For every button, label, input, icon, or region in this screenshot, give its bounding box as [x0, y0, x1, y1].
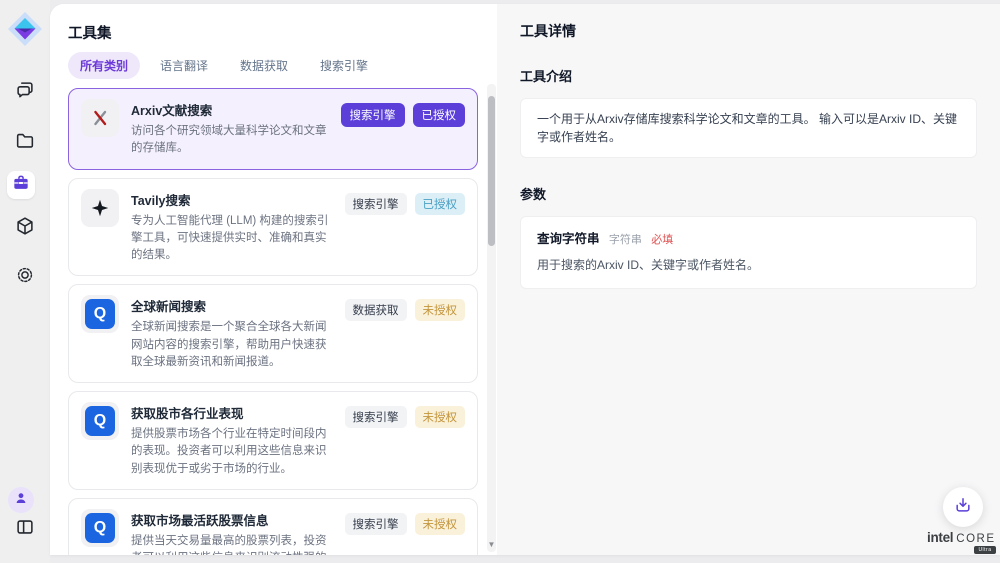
nav-chat-button[interactable] [12, 79, 38, 105]
auth-status-badge: 未授权 [415, 513, 466, 535]
layout-panel-icon [14, 516, 36, 543]
intro-heading: 工具介绍 [520, 66, 977, 85]
auth-status-badge: 已授权 [415, 193, 466, 215]
category-tabs: 所有类别 语言翻译 数据获取 搜索引擎 [68, 52, 380, 79]
core-wordmark: CORE [956, 533, 995, 545]
download-button[interactable] [943, 487, 983, 527]
tool-card-body: Arxiv文献搜索 访问各个研究领域大量科学论文和文章的存储库。 [131, 98, 329, 158]
details-title: 工具详情 [520, 21, 977, 41]
news-q-icon: Q [81, 295, 119, 333]
scrollbar-thumb[interactable] [488, 96, 495, 246]
auth-status-badge: 已授权 [413, 103, 466, 127]
tool-card[interactable]: Q 全球新闻搜索 全球新闻搜索是一个聚合全球各大新闻网站内容的搜索引擎，帮助用户… [68, 284, 478, 383]
tab-translation[interactable]: 语言翻译 [148, 52, 220, 79]
tool-details-pane: 工具详情 工具介绍 一个用于从Arxiv存储库搜索科学论文和文章的工具。 输入可… [497, 4, 1000, 555]
app-logo [8, 12, 42, 46]
tool-card-body: 获取市场最活跃股票信息 提供当天交易量最高的股票列表，投资者可以利用这些信息来识… [131, 508, 333, 555]
tool-card-body: 全球新闻搜索 全球新闻搜索是一个聚合全球各大新闻网站内容的搜索引擎，帮助用户快速… [131, 294, 333, 371]
intel-wordmark: intel [927, 530, 953, 545]
intel-core-logo: intel CORE Ultra [927, 530, 996, 545]
required-badge: 必填 [651, 234, 673, 246]
auth-status-badge: 未授权 [415, 406, 466, 428]
cube-icon [14, 215, 36, 242]
arxiv-x-icon [81, 99, 119, 137]
tool-badges: 搜索引擎 已授权 [341, 103, 466, 127]
ultra-badge: Ultra [974, 546, 995, 554]
chat-icon [14, 79, 36, 106]
news-q-icon: Q [81, 402, 119, 440]
tool-description: 专为人工智能代理 (LLM) 构建的搜索引擎工具，可快速提供实时、准确和真实的结… [131, 213, 333, 265]
user-icon [13, 490, 29, 511]
tool-badges: 数据获取 未授权 [345, 299, 466, 321]
tool-title: 获取股市各行业表现 [131, 403, 333, 422]
category-badge: 搜索引擎 [341, 103, 405, 127]
news-q-icon: Q [81, 509, 119, 547]
four-point-star-icon [81, 189, 119, 227]
tool-card[interactable]: Q 获取市场最活跃股票信息 提供当天交易量最高的股票列表，投资者可以利用这些信息… [68, 498, 478, 555]
scrollbar-down-button[interactable]: ▼ [487, 540, 496, 550]
tool-card[interactable]: Q 获取股市各行业表现 提供股票市场各个行业在特定时间段内的表现。投资者可以利用… [68, 391, 478, 490]
tool-card[interactable]: Tavily搜索 专为人工智能代理 (LLM) 构建的搜索引擎工具，可快速提供实… [68, 178, 478, 277]
tool-description: 访问各个研究领域大量科学论文和文章的存储库。 [131, 123, 329, 158]
intro-card: 一个用于从Arxiv存储库搜索科学论文和文章的工具。 输入可以是Arxiv ID… [520, 98, 977, 158]
tab-search-engine[interactable]: 搜索引擎 [308, 52, 380, 79]
tab-data-fetch[interactable]: 数据获取 [228, 52, 300, 79]
category-badge: 搜索引擎 [345, 406, 407, 428]
tool-title: Arxiv文献搜索 [131, 100, 329, 119]
parameter-header: 查询字符串 字符串 必填 [537, 230, 960, 249]
category-badge: 搜索引擎 [345, 513, 407, 535]
auth-status-badge: 未授权 [415, 299, 466, 321]
params-heading: 参数 [520, 184, 977, 203]
intro-text: 一个用于从Arxiv存储库搜索科学论文和文章的工具。 输入可以是Arxiv ID… [537, 112, 957, 144]
folder-icon [14, 130, 36, 157]
tool-title: 全球新闻搜索 [131, 296, 333, 315]
parameter-type: 字符串 [609, 234, 642, 246]
nav-files-button[interactable] [12, 130, 38, 156]
tool-description: 提供当天交易量最高的股票列表，投资者可以利用这些信息来识别流动性强的股票和潜在的… [131, 533, 333, 555]
page-title: 工具集 [68, 22, 112, 43]
main-window: 工具集 所有类别 语言翻译 数据获取 搜索引擎 Arxiv文献搜索 访问各个研究… [50, 4, 1000, 555]
tool-card-body: 获取股市各行业表现 提供股票市场各个行业在特定时间段内的表现。投资者可以利用这些… [131, 401, 333, 478]
tool-badges: 搜索引擎 已授权 [345, 193, 466, 215]
category-badge: 数据获取 [345, 299, 407, 321]
tab-all-categories[interactable]: 所有类别 [68, 52, 140, 79]
category-badge: 搜索引擎 [345, 193, 407, 215]
gear-icon [14, 264, 36, 291]
tool-card-body: Tavily搜索 专为人工智能代理 (LLM) 构建的搜索引擎工具，可快速提供实… [131, 188, 333, 265]
tool-card-list: Arxiv文献搜索 访问各个研究领域大量科学论文和文章的存储库。 搜索引擎 已授… [68, 88, 478, 555]
tool-title: Tavily搜索 [131, 190, 333, 209]
nav-settings-button[interactable] [12, 264, 38, 290]
user-avatar-button[interactable] [8, 487, 34, 513]
tool-description: 全球新闻搜索是一个聚合全球各大新闻网站内容的搜索引擎，帮助用户快速获取全球最新资… [131, 319, 333, 371]
tool-badges: 搜索引擎 未授权 [345, 406, 466, 428]
download-icon [953, 495, 973, 520]
parameter-card: 查询字符串 字符串 必填 用于搜索的Arxiv ID、关键字或作者姓名。 [520, 216, 977, 289]
left-sidebar [0, 0, 50, 563]
parameter-description: 用于搜索的Arxiv ID、关键字或作者姓名。 [537, 256, 960, 274]
tool-card[interactable]: Arxiv文献搜索 访问各个研究领域大量科学论文和文章的存储库。 搜索引擎 已授… [68, 88, 478, 170]
nav-tools-button-active[interactable] [7, 171, 35, 199]
toolset-pane: 工具集 所有类别 语言翻译 数据获取 搜索引擎 Arxiv文献搜索 访问各个研究… [50, 4, 497, 555]
nav-packages-button[interactable] [12, 215, 38, 241]
tool-title: 获取市场最活跃股票信息 [131, 510, 333, 529]
toggle-panel-button[interactable] [12, 516, 38, 542]
parameter-name: 查询字符串 [537, 232, 600, 246]
tool-badges: 搜索引擎 未授权 [345, 513, 466, 535]
tool-description: 提供股票市场各个行业在特定时间段内的表现。投资者可以利用这些信息来识别表现优于或… [131, 426, 333, 478]
toolbox-icon [11, 173, 31, 198]
diamond-logo-icon [8, 12, 42, 46]
